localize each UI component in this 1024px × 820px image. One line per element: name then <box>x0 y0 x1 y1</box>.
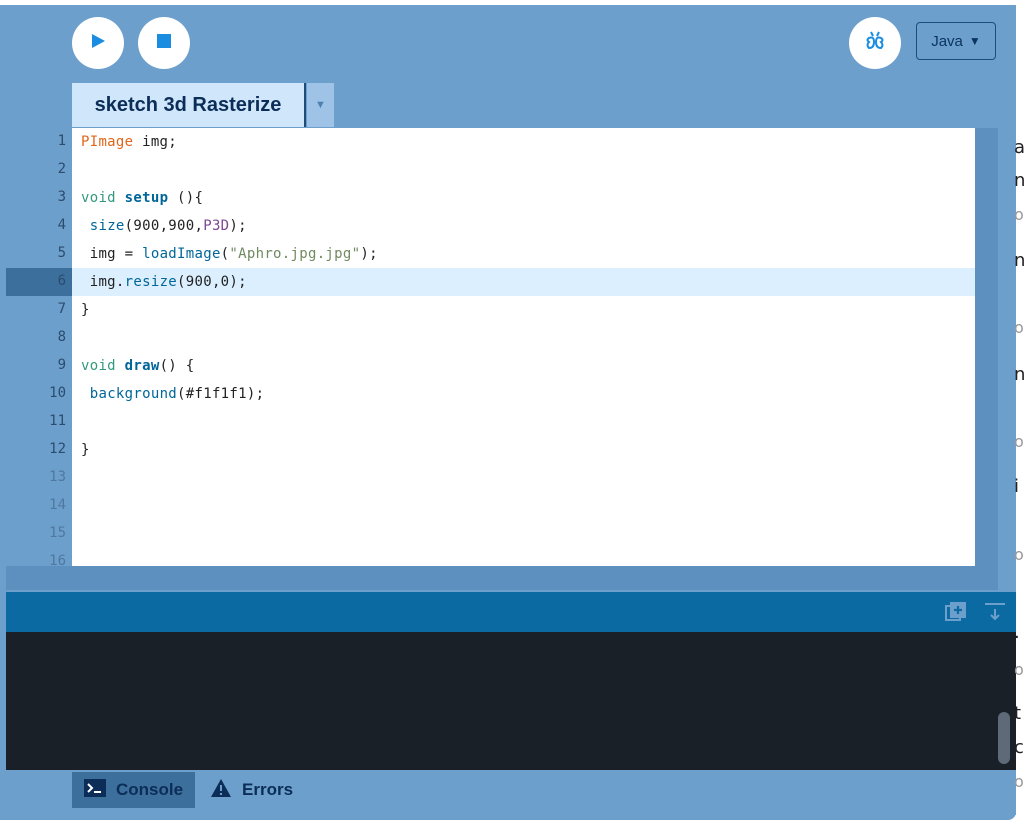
code-token: loadImage <box>142 246 221 262</box>
line-number: 15 <box>49 525 66 541</box>
code-line: size(900,900,P3D); <box>81 212 247 240</box>
console-output[interactable] <box>6 632 1016 770</box>
errors-tab-label: Errors <box>242 780 294 799</box>
play-icon <box>88 31 108 56</box>
window-top-edge <box>0 0 1024 5</box>
add-window-icon <box>944 602 968 628</box>
line-number: 3 <box>57 189 66 205</box>
background-page-text: n <box>1014 250 1024 271</box>
tab-sketch[interactable]: sketch 3d Rasterize <box>72 83 304 127</box>
code-token: (#f1f1f1); <box>177 386 265 402</box>
background-page-text: oc <box>1014 660 1024 679</box>
code-token: } <box>81 442 90 458</box>
tab-console[interactable]: Console <box>72 772 196 808</box>
code-token: background <box>89 386 178 402</box>
background-page-text: n <box>1014 364 1024 385</box>
line-number: 5 <box>57 245 66 261</box>
code-token: () { <box>159 358 195 374</box>
background-page-text: oc <box>1014 772 1024 791</box>
line-number: 13 <box>49 469 66 485</box>
code-token: img. <box>81 274 125 290</box>
butterfly-debug-icon <box>862 28 888 59</box>
mode-selector[interactable]: Java ▼ <box>916 22 996 60</box>
background-page-text: oc <box>1014 318 1024 337</box>
code-line: void draw() { <box>81 352 195 380</box>
code-token: P3D <box>203 218 230 234</box>
line-number: 8 <box>57 329 66 345</box>
line-number: 9 <box>57 357 66 373</box>
background-page-text: oc <box>1014 545 1024 564</box>
code-token: (900,0); <box>177 274 247 290</box>
debugger-button[interactable] <box>849 17 901 69</box>
background-page-text: . <box>1014 622 1020 643</box>
background-page-text: i <box>1014 476 1020 497</box>
code-line: img.resize(900,0); <box>81 268 247 296</box>
code-token: img; <box>133 134 178 150</box>
line-number: 11 <box>49 413 66 429</box>
console-scrollbar-thumb[interactable] <box>998 712 1010 764</box>
code-token: ); <box>229 218 247 234</box>
chevron-down-icon: ▼ <box>968 34 981 48</box>
run-button[interactable] <box>72 17 124 69</box>
code-editor[interactable]: PImage img; void setup (){ size(900,900,P… <box>72 128 975 566</box>
clear-console-button[interactable] <box>983 600 1007 624</box>
tab-label: sketch 3d Rasterize <box>94 93 282 116</box>
stop-icon <box>155 32 173 55</box>
background-page-text: a <box>1014 137 1024 158</box>
code-line: PImage img; <box>81 128 177 156</box>
background-page-text: n <box>1014 170 1024 191</box>
mode-label: Java <box>931 32 963 50</box>
code-token: (){ <box>168 190 204 206</box>
line-number: 7 <box>57 301 66 317</box>
background-page-text: oc <box>1014 205 1024 224</box>
tab-errors[interactable]: Errors <box>198 772 305 808</box>
terminal-icon <box>84 778 106 802</box>
line-number: 12 <box>49 441 66 457</box>
background-page-text: t <box>1014 703 1022 724</box>
line-number: 6 <box>57 273 66 289</box>
code-token: resize <box>124 274 178 290</box>
code-token: draw <box>124 358 160 374</box>
console-header-bar <box>6 592 1016 632</box>
line-number: 10 <box>49 385 66 401</box>
chevron-down-icon: ▼ <box>315 99 326 111</box>
code-line: background(#f1f1f1); <box>81 380 264 408</box>
code-token: "Aphro.jpg.jpg" <box>229 246 361 262</box>
code-token: size <box>89 218 125 234</box>
stop-button[interactable] <box>138 17 190 69</box>
background-page-text: c <box>1014 737 1024 758</box>
download-arrow-icon <box>983 603 1007 628</box>
code-token: (900,900, <box>124 218 204 234</box>
code-line: void setup (){ <box>81 184 203 212</box>
code-token: void <box>81 190 116 206</box>
code-line: } <box>81 436 90 464</box>
code-token: } <box>81 302 90 318</box>
line-number: 1 <box>57 133 66 149</box>
tab-menu-button[interactable]: ▼ <box>307 83 334 127</box>
background-page-text: oc <box>1014 432 1024 451</box>
editor-bottom-margin <box>6 566 998 590</box>
code-token: ); <box>360 246 378 262</box>
console-tab-label: Console <box>116 780 184 799</box>
line-number: 14 <box>49 497 66 513</box>
code-token: void <box>81 358 116 374</box>
tab-divider <box>304 83 306 127</box>
line-number: 2 <box>57 161 66 177</box>
copy-console-button[interactable] <box>944 600 968 624</box>
code-token: PImage <box>81 134 134 150</box>
code-line: } <box>81 296 90 324</box>
code-token: setup <box>124 190 169 206</box>
editor-vertical-scrollbar[interactable] <box>975 128 998 566</box>
code-token: img = <box>81 246 143 262</box>
line-number: 4 <box>57 217 66 233</box>
code-line: img = loadImage("Aphro.jpg.jpg"); <box>81 240 378 268</box>
warning-icon <box>210 778 232 803</box>
